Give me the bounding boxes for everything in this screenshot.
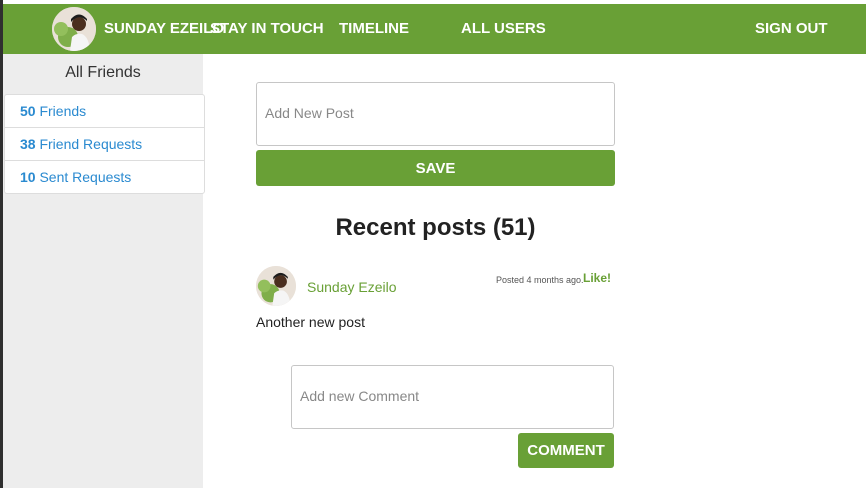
friend-requests-count: 38 bbox=[20, 136, 36, 152]
navbar: SUNDAY EZEILO STAY IN TOUCH TIMELINE ALL… bbox=[3, 4, 866, 54]
sent-requests-count: 10 bbox=[20, 169, 36, 185]
sidebar-item-label: Sent Requests bbox=[39, 169, 132, 185]
like-button[interactable]: Like! bbox=[583, 271, 611, 285]
stay-in-touch-link[interactable]: STAY IN TOUCH bbox=[210, 4, 324, 54]
sidebar-item-sent-requests[interactable]: 10 Sent Requests bbox=[5, 161, 204, 193]
sign-out-link[interactable]: SIGN OUT bbox=[755, 4, 828, 54]
sidebar-item-friends[interactable]: 50 Friends bbox=[5, 95, 204, 128]
post-body: Another new post bbox=[256, 314, 365, 330]
comment-button[interactable]: COMMENT bbox=[518, 433, 614, 468]
friends-count: 50 bbox=[20, 103, 36, 119]
sidebar-item-label: Friend Requests bbox=[39, 136, 143, 152]
post-author-link[interactable]: Sunday Ezeilo bbox=[307, 279, 397, 295]
sidebar-item-label: Friends bbox=[39, 103, 87, 119]
post-timestamp: Posted 4 months ago. bbox=[496, 275, 584, 285]
brand-link[interactable]: SUNDAY EZEILO bbox=[104, 4, 224, 54]
save-button[interactable]: SAVE bbox=[256, 150, 615, 186]
friends-sidebar: All Friends 50 Friends 38 Friend Request… bbox=[3, 54, 205, 488]
recent-posts-title: Recent posts (51) bbox=[335, 214, 536, 241]
new-post-input[interactable] bbox=[256, 82, 615, 146]
post-author-avatar-icon[interactable] bbox=[256, 266, 296, 306]
user-avatar-icon[interactable] bbox=[52, 7, 96, 51]
friends-list: 50 Friends 38 Friend Requests 10 Sent Re… bbox=[4, 94, 205, 194]
sidebar-item-friend-requests[interactable]: 38 Friend Requests bbox=[5, 128, 204, 161]
all-users-link[interactable]: ALL USERS bbox=[461, 4, 546, 54]
sidebar-title: All Friends bbox=[65, 64, 141, 81]
comment-input[interactable] bbox=[291, 365, 614, 429]
timeline-link[interactable]: TIMELINE bbox=[339, 4, 409, 54]
